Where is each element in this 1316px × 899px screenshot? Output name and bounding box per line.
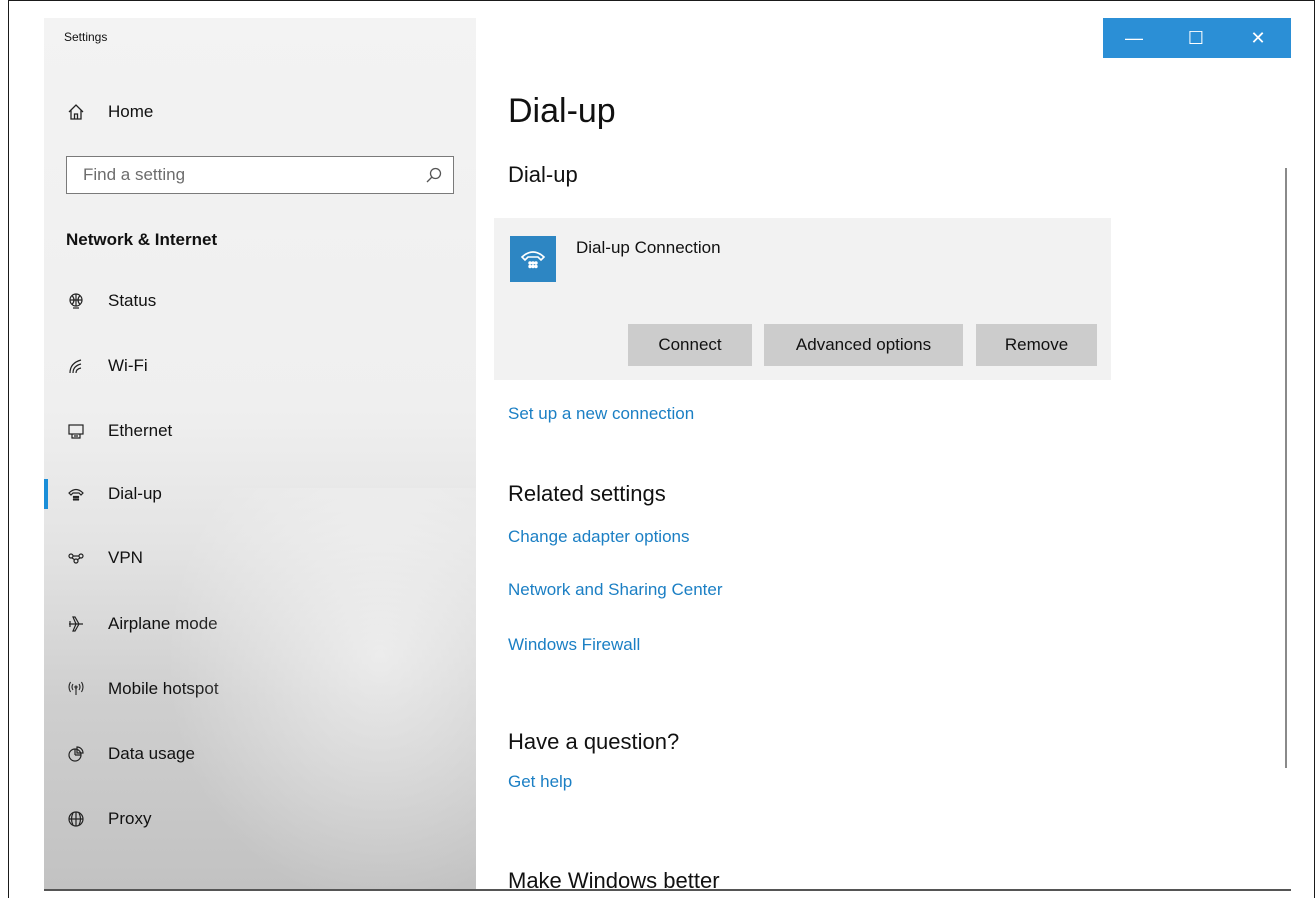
globe-icon (66, 291, 86, 311)
home-icon (66, 102, 86, 122)
sidebar-item-label: VPN (108, 548, 143, 567)
sidebar-item-label: Data usage (108, 744, 195, 763)
sidebar-item-label: Wi-Fi (108, 356, 148, 375)
proxy-globe-icon (66, 809, 86, 829)
section-title: Network & Internet (66, 230, 218, 249)
sidebar-item-status[interactable]: Status (44, 281, 476, 321)
sidebar-item-hotspot[interactable]: Mobile hotspot (44, 669, 476, 709)
data-usage-icon (66, 744, 86, 764)
selection-indicator (44, 479, 48, 509)
page-title: Dial-up (508, 92, 616, 130)
remove-button[interactable]: Remove (976, 324, 1097, 366)
sidebar-item-label: Status (108, 291, 157, 310)
windows-firewall-link[interactable]: Windows Firewall (508, 635, 640, 655)
sidebar: Settings Home Network & Internet Status (44, 18, 476, 889)
sidebar-item-label: Home (108, 102, 154, 121)
sidebar-item-ethernet[interactable]: Ethernet (44, 411, 476, 451)
minimize-button[interactable]: — (1103, 18, 1165, 58)
sidebar-item-label: Proxy (108, 809, 152, 828)
question-heading: Have a question? (508, 729, 680, 754)
change-adapter-options-link[interactable]: Change adapter options (508, 527, 689, 547)
vpn-icon (66, 548, 86, 568)
airplane-icon (66, 614, 86, 634)
sidebar-item-vpn[interactable]: VPN (44, 538, 476, 578)
hotspot-icon (66, 679, 86, 699)
section-subtitle: Dial-up (508, 162, 578, 187)
window-controls: — ☐ ✕ (1103, 18, 1291, 58)
main-content: — ☐ ✕ Dial-up Dial-up Dial-up Connection… (476, 18, 1291, 889)
sidebar-item-wifi[interactable]: Wi-Fi (44, 346, 476, 386)
sidebar-item-label: Ethernet (108, 421, 173, 440)
wifi-icon (66, 356, 86, 376)
dialup-icon (66, 484, 86, 504)
sidebar-item-home[interactable]: Home (44, 92, 476, 132)
close-button[interactable]: ✕ (1227, 18, 1289, 58)
sidebar-item-proxy[interactable]: Proxy (44, 799, 476, 839)
maximize-button[interactable]: ☐ (1165, 18, 1227, 58)
sidebar-item-label: Dial-up (108, 484, 162, 503)
sidebar-item-data-usage[interactable]: Data usage (44, 734, 476, 774)
settings-window: Settings Home Network & Internet Status (44, 18, 1291, 891)
network-sharing-center-link[interactable]: Network and Sharing Center (508, 580, 723, 600)
make-windows-better-heading: Make Windows better (508, 868, 720, 891)
setup-new-connection-link[interactable]: Set up a new connection (508, 404, 694, 424)
connection-name: Dial-up Connection (576, 238, 721, 257)
scrollbar[interactable] (1285, 168, 1287, 768)
advanced-options-button[interactable]: Advanced options (764, 324, 963, 366)
app-title: Settings (64, 30, 108, 44)
ethernet-icon (66, 421, 86, 441)
connect-button[interactable]: Connect (628, 324, 752, 366)
sidebar-item-airplane[interactable]: Airplane mode (44, 604, 476, 644)
search-input[interactable] (67, 157, 423, 193)
related-settings-heading: Related settings (508, 481, 666, 506)
get-help-link[interactable]: Get help (508, 772, 572, 792)
dialup-connection-icon (510, 236, 556, 282)
connection-card[interactable]: Dial-up Connection Connect Advanced opti… (494, 218, 1111, 380)
search-box[interactable] (66, 156, 454, 194)
sidebar-item-dialup[interactable]: Dial-up (44, 474, 476, 514)
search-icon[interactable] (425, 166, 443, 184)
sidebar-item-label: Mobile hotspot (108, 679, 219, 698)
sidebar-item-label: Airplane mode (108, 614, 218, 633)
